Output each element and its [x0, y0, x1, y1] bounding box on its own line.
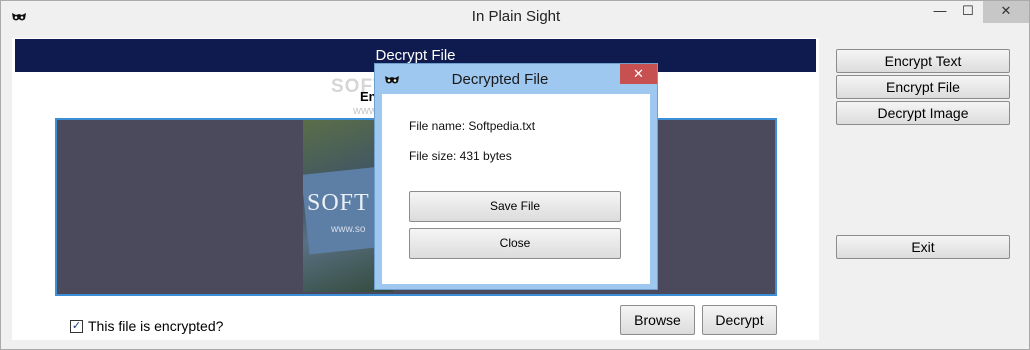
browse-button[interactable]: Browse [620, 305, 695, 335]
dialog-body: File name: Softpedia.txt File size: 431 … [382, 94, 650, 284]
encrypt-file-button[interactable]: Encrypt File [836, 75, 1010, 99]
decrypt-image-button[interactable]: Decrypt Image [836, 101, 1010, 125]
decrypt-button[interactable]: Decrypt [702, 305, 777, 335]
decrypted-file-dialog: Decrypted File ✕ File name: Softpedia.tx… [374, 63, 658, 290]
dialog-close-button[interactable]: ✕ [620, 64, 657, 84]
photo-sign-subtext: www.so [331, 224, 366, 235]
encrypted-checkbox-row[interactable]: ✓ This file is encrypted? [70, 318, 223, 334]
close-window-button[interactable]: ✕ [983, 1, 1029, 23]
photo-sign-text: SOFT [307, 190, 370, 216]
maximize-button[interactable]: ☐ [954, 1, 982, 23]
encrypt-text-button[interactable]: Encrypt Text [836, 49, 1010, 73]
file-size-text: File size: 431 bytes [409, 149, 512, 163]
minimize-button[interactable]: — [926, 1, 954, 23]
dialog-title: Decrypted File [451, 71, 549, 88]
title-bar[interactable]: In Plain Sight — ☐ ✕ [1, 1, 1029, 33]
exit-button[interactable]: Exit [836, 235, 1010, 259]
encrypted-checkbox-label: This file is encrypted? [88, 318, 224, 334]
dialog-title-bar[interactable]: Decrypted File ✕ [375, 64, 657, 94]
save-file-button[interactable]: Save File [409, 191, 621, 222]
file-name-text: File name: Softpedia.txt [409, 119, 536, 133]
close-button[interactable]: Close [409, 228, 621, 259]
encrypted-checkbox[interactable]: ✓ [70, 319, 83, 333]
window-title: In Plain Sight [471, 8, 561, 25]
main-window: In Plain Sight — ☐ ✕ Decrypt File En SOF… [0, 0, 1030, 350]
